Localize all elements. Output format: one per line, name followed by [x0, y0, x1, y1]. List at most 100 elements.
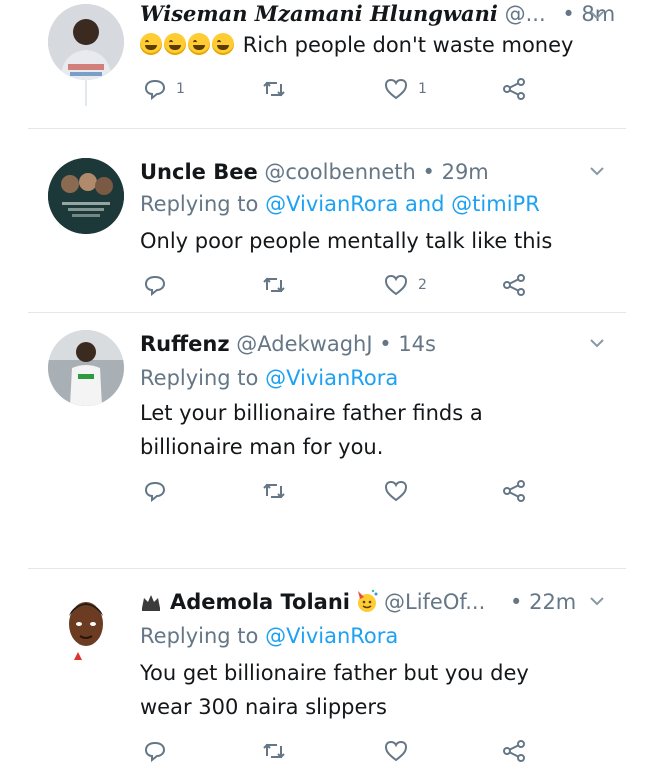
share-icon — [503, 740, 525, 762]
display-name[interactable]: Uncle Bee — [140, 160, 258, 184]
separator-dot: • — [510, 590, 523, 614]
tweet-divider — [28, 312, 626, 313]
avatar-photo — [48, 4, 124, 80]
tweet-text-line: Let your billionaire father finds a — [140, 401, 483, 425]
chevron-down-icon[interactable] — [588, 6, 606, 24]
tweet-header: Ruffenz @AdekwaghJ • 14s — [140, 330, 614, 358]
replying-to: Replying to @VivianRora — [140, 622, 398, 650]
retweet-button[interactable] — [262, 478, 286, 504]
tweet-text-content: Rich people don't waste money — [242, 33, 574, 57]
reply-button[interactable]: 1 — [144, 76, 185, 102]
separator-dot: • — [379, 332, 392, 356]
chevron-down-icon[interactable] — [588, 592, 606, 610]
timestamp[interactable]: 29m — [442, 160, 489, 184]
user-handle[interactable]: @coolbenneth — [264, 160, 415, 184]
like-button[interactable] — [384, 738, 408, 764]
heart-icon — [384, 740, 408, 762]
tweet[interactable]: Wiseman Mzamani Hlungwani @... • 8m Rich… — [0, 0, 654, 130]
timestamp[interactable]: 14s — [398, 332, 436, 356]
retweet-button[interactable] — [262, 738, 286, 764]
tweet-actions: 2 — [140, 272, 540, 298]
mention-link[interactable]: @timiPR — [451, 192, 540, 216]
share-button[interactable] — [502, 272, 526, 298]
tweet-text-line: billionaire man for you. — [140, 435, 384, 459]
user-handle[interactable]: @... — [505, 2, 546, 26]
party-face-emoji-icon — [358, 589, 378, 612]
like-count: 2 — [418, 277, 427, 293]
heart-icon — [384, 274, 408, 296]
avatar-photo — [48, 330, 124, 406]
display-name[interactable]: Ademola Tolani — [170, 590, 350, 614]
share-button[interactable] — [502, 76, 526, 102]
tweet-actions: 1 1 — [140, 76, 540, 102]
user-handle[interactable]: @LifeOf... — [384, 590, 485, 614]
like-button[interactable]: 2 — [384, 272, 427, 298]
display-name[interactable]: Wiseman Mzamani Hlungwani — [140, 1, 498, 26]
retweet-icon — [263, 277, 285, 293]
separator-dot: • — [422, 160, 435, 184]
tweet-text: Let your billionaire father finds a bill… — [140, 396, 610, 464]
tweet-text-line: You get billionaire father but you dey — [140, 661, 529, 685]
retweet-button[interactable] — [262, 76, 286, 102]
mention-link[interactable]: @VivianRora — [265, 192, 398, 216]
thread-line — [85, 80, 87, 106]
crown-icon — [142, 595, 160, 611]
tweet-text-content: Only poor people mentally talk like this — [140, 229, 553, 253]
chevron-down-icon[interactable] — [588, 334, 606, 352]
chevron-down-icon[interactable] — [588, 162, 606, 180]
avatar[interactable] — [48, 588, 124, 664]
rofl-emoji — [140, 33, 236, 57]
reply-icon — [144, 275, 166, 296]
tweet[interactable]: Ademola Tolani @LifeOf... • 22m Replying … — [0, 580, 654, 775]
heart-icon — [384, 78, 408, 100]
tweet-text-line: wear 300 naira slippers — [140, 695, 387, 719]
like-button[interactable]: 1 — [384, 76, 427, 102]
reply-button[interactable] — [144, 738, 166, 764]
retweet-icon — [263, 81, 285, 97]
timestamp[interactable]: 22m — [529, 590, 576, 614]
retweet-button[interactable] — [262, 272, 286, 298]
tweet-header: Wiseman Mzamani Hlungwani @... • 8m — [140, 0, 614, 28]
share-button[interactable] — [502, 478, 526, 504]
reply-icon — [144, 741, 166, 762]
reply-count: 1 — [176, 81, 185, 97]
replying-to-label: Replying to — [140, 366, 259, 390]
mention-link[interactable]: @VivianRora — [265, 624, 398, 648]
tweet-text: Only poor people mentally talk like this — [140, 224, 610, 258]
like-button[interactable] — [384, 478, 408, 504]
tweet-divider — [28, 568, 626, 569]
tweet[interactable]: Ruffenz @AdekwaghJ • 14s Replying to @Vi… — [0, 322, 654, 552]
tweet-actions — [140, 738, 540, 764]
reply-icon — [144, 79, 166, 100]
reply-icon — [144, 481, 166, 502]
tweet[interactable]: Uncle Bee @coolbenneth • 29m Replying to… — [0, 150, 654, 310]
replying-to: Replying to @VivianRora and @timiPR — [140, 190, 540, 218]
mention-link[interactable]: @VivianRora — [265, 366, 398, 390]
mention-conjunction: and — [404, 192, 445, 216]
avatar-photo — [48, 588, 124, 664]
avatar-photo — [48, 158, 124, 234]
heart-icon — [384, 480, 408, 502]
share-icon — [503, 274, 525, 296]
share-icon — [503, 480, 525, 502]
tweet-header: Uncle Bee @coolbenneth • 29m — [140, 158, 614, 186]
separator-dot: • — [562, 2, 575, 26]
retweet-icon — [263, 483, 285, 499]
tweet-actions — [140, 478, 540, 504]
user-handle[interactable]: @AdekwaghJ — [236, 332, 372, 356]
retweet-icon — [263, 743, 285, 759]
reply-button[interactable] — [144, 272, 166, 298]
display-name[interactable]: Ruffenz — [140, 332, 230, 356]
avatar[interactable] — [48, 4, 124, 80]
tweet-text: Rich people don't waste money — [140, 28, 610, 62]
share-icon — [503, 78, 525, 100]
like-count: 1 — [418, 81, 427, 97]
replying-to-label: Replying to — [140, 624, 259, 648]
tweet-text: You get billionaire father but you dey w… — [140, 656, 610, 724]
avatar[interactable] — [48, 330, 124, 406]
tweet-divider — [28, 128, 626, 129]
avatar[interactable] — [48, 158, 124, 234]
share-button[interactable] — [502, 738, 526, 764]
replying-to: Replying to @VivianRora — [140, 364, 398, 392]
reply-button[interactable] — [144, 478, 166, 504]
